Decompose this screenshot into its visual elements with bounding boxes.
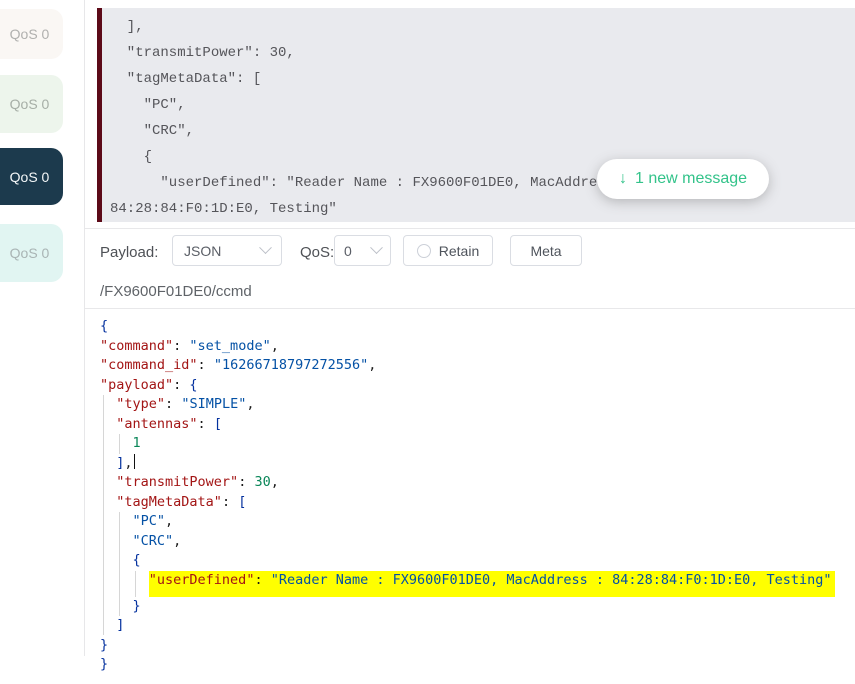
code-line[interactable]: } [100, 636, 852, 656]
message-line: "PC", [110, 92, 855, 118]
payload-type-select[interactable]: JSON [172, 235, 282, 266]
qos-badge: QoS 0 [0, 96, 49, 112]
qos-label: QoS: [300, 244, 334, 261]
message-chip-qos-selected[interactable]: QoS 0 [0, 148, 63, 205]
code-line[interactable]: "command": "set_mode", [100, 337, 852, 357]
payload-type-value: JSON [184, 243, 221, 259]
code-line[interactable]: ], [100, 454, 852, 474]
payload-code-editor[interactable]: {"command": "set_mode","command_id": "16… [100, 317, 852, 677]
chevron-down-icon [259, 241, 272, 254]
message-chip-qos[interactable]: QoS 0 [0, 75, 63, 133]
payload-label: Payload: [100, 244, 158, 261]
message-line: "CRC", [110, 118, 855, 144]
new-message-label: 1 new message [635, 170, 747, 188]
radio-icon[interactable] [417, 244, 431, 258]
message-line: "transmitPower": 30, [110, 40, 855, 66]
message-line: ], [110, 14, 855, 40]
section-divider [85, 308, 855, 309]
code-line[interactable]: "antennas": [ [100, 415, 852, 435]
topic-input[interactable]: /FX9600F01DE0/ccmd [100, 283, 252, 300]
code-line[interactable]: } [100, 655, 852, 675]
retain-toggle[interactable]: Retain [403, 235, 493, 266]
code-line[interactable]: { [100, 317, 852, 337]
section-divider [85, 228, 855, 229]
qos-badge: QoS 0 [0, 26, 49, 42]
new-message-button[interactable]: ↓ 1 new message [597, 159, 769, 199]
chevron-down-icon [370, 241, 383, 254]
sidebar-divider [84, 0, 85, 656]
code-line[interactable]: } [100, 597, 852, 617]
code-line[interactable]: ] [100, 616, 852, 636]
code-line[interactable]: "transmitPower": 30, [100, 473, 852, 493]
code-line[interactable]: "payload": { [100, 376, 852, 396]
code-line[interactable]: "tagMetaData": [ [100, 493, 852, 513]
message-line: "tagMetaData": [ [110, 66, 855, 92]
code-line[interactable]: "PC", [100, 512, 852, 532]
code-line[interactable]: "command_id": "16266718797272556", [100, 356, 852, 376]
highlighted-code: "userDefined": "Reader Name : FX9600F01D… [149, 571, 835, 597]
code-editor-lines: {"command": "set_mode","command_id": "16… [100, 317, 852, 675]
meta-button[interactable]: Meta [510, 235, 582, 266]
code-line[interactable]: "CRC", [100, 532, 852, 552]
arrow-down-icon: ↓ [619, 170, 627, 188]
qos-badge: QoS 0 [0, 245, 49, 261]
code-line[interactable]: 1 [100, 434, 852, 454]
qos-badge: QoS 0 [0, 169, 49, 185]
retain-label: Retain [439, 243, 479, 259]
code-line[interactable]: { [100, 551, 852, 571]
text-cursor [134, 454, 136, 469]
message-chip-qos[interactable]: QoS 0 [0, 224, 63, 282]
code-line[interactable]: "userDefined": "Reader Name : FX9600F01D… [100, 571, 852, 597]
message-chip-qos[interactable]: QoS 0 [0, 9, 63, 59]
message-line: 84:28:84:F0:1D:E0, Testing" [110, 196, 855, 222]
qos-value: 0 [344, 243, 352, 259]
qos-select[interactable]: 0 [334, 235, 391, 266]
meta-label: Meta [530, 243, 561, 259]
code-line[interactable]: "type": "SIMPLE", [100, 395, 852, 415]
